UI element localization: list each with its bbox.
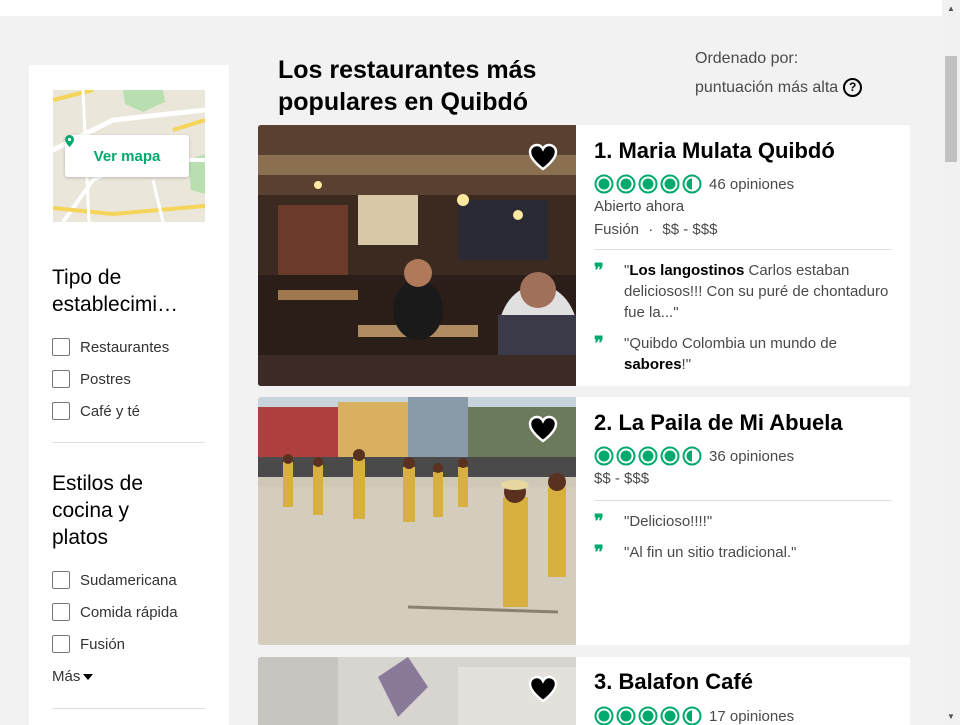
- restaurant-photo[interactable]: [258, 657, 576, 725]
- filter-group-title-cuisine: Estilos de cocina y platos: [52, 472, 144, 549]
- view-map-label: Ver mapa: [93, 147, 161, 165]
- vertical-scrollbar[interactable]: ▲ ▼: [942, 0, 960, 725]
- more-label: Más: [52, 668, 81, 685]
- filter-divider: [52, 442, 205, 443]
- rating-bubble: [682, 706, 702, 725]
- quote-icon: ❞: [594, 333, 604, 353]
- sort-value: puntuación más alta: [695, 78, 839, 96]
- cuisine-price: Fusión · $$ - $$$: [594, 221, 717, 238]
- rating-bubble: [594, 706, 614, 725]
- filter-divider: [52, 708, 205, 709]
- top-bar: [0, 0, 942, 16]
- more-cuisines-link[interactable]: Más: [52, 668, 94, 685]
- rating-bubbles-icon: [594, 174, 702, 194]
- rating-bubble: [660, 174, 680, 194]
- review-snippet[interactable]: ❞ "Los langostinos Carlos estaban delici…: [594, 260, 892, 323]
- rating-bubble: [594, 446, 614, 466]
- restaurant-name[interactable]: 1. Maria Mulata Quibdó: [594, 138, 835, 164]
- page-title: Los restaurantes más populares en Quibdó: [278, 56, 537, 116]
- filter-option-desserts[interactable]: Postres: [52, 370, 131, 388]
- checkbox[interactable]: [52, 402, 70, 420]
- restaurant-name[interactable]: 3. Balafon Café: [594, 669, 753, 695]
- save-heart-icon[interactable]: [528, 415, 558, 443]
- quote-icon: ❞: [594, 260, 604, 280]
- review-text: "Los langostinos Carlos estaban delicios…: [624, 262, 889, 321]
- rating-bubble: [682, 174, 702, 194]
- restaurant-photo[interactable]: [258, 125, 576, 386]
- cuisine: Fusión: [594, 221, 640, 238]
- checkbox[interactable]: [52, 370, 70, 388]
- scroll-down-arrow-icon[interactable]: ▼: [942, 708, 960, 725]
- restaurant-card[interactable]: 2. La Paila de Mi Abuela 36 opiniones $$…: [258, 397, 910, 645]
- sort-dropdown[interactable]: puntuación más alta ?: [695, 78, 863, 97]
- rating-bubble: [682, 446, 702, 466]
- review-text: "Quibdo Colombia un mundo de sabores!": [624, 335, 837, 373]
- save-heart-icon[interactable]: [528, 675, 558, 703]
- review-snippet[interactable]: ❞ "Quibdo Colombia un mundo de sabores!": [594, 333, 892, 375]
- checkbox[interactable]: [52, 603, 70, 621]
- view-map-button[interactable]: Ver mapa: [65, 135, 189, 177]
- filter-option-restaurants[interactable]: Restaurantes: [52, 338, 169, 356]
- review-count: 36 opiniones: [709, 447, 795, 465]
- map-pin-icon: [65, 135, 74, 147]
- restaurant-photo[interactable]: [258, 397, 576, 645]
- filter-option-label: Fusión: [80, 635, 126, 653]
- restaurant-card[interactable]: 1. Maria Mulata Quibdó 46 opiniones Abie…: [258, 125, 910, 386]
- filter-option-label: Café y té: [80, 402, 141, 420]
- filter-option-south-american[interactable]: Sudamericana: [52, 571, 177, 589]
- filter-option-label: Sudamericana: [80, 571, 177, 589]
- filter-option-coffee-tea[interactable]: Café y té: [52, 402, 140, 420]
- rating-bubble: [660, 446, 680, 466]
- restaurant-card[interactable]: 3. Balafon Café 17 opiniones: [258, 657, 910, 725]
- review-count: 17 opiniones: [709, 707, 795, 725]
- filter-group-title-establishment: Tipo de establecimi…: [52, 266, 179, 316]
- caret-down-icon: [83, 673, 94, 680]
- quote-icon: ❞: [594, 511, 604, 531]
- rating-bubble: [660, 706, 680, 725]
- checkbox[interactable]: [52, 338, 70, 356]
- open-status: Abierto ahora: [594, 198, 685, 215]
- rating-row[interactable]: 46 opiniones: [594, 174, 794, 194]
- separator-dot: ·: [648, 221, 654, 238]
- scroll-up-arrow-icon[interactable]: ▲: [942, 0, 960, 17]
- checkbox[interactable]: [52, 635, 70, 653]
- review-count: 46 opiniones: [709, 175, 795, 193]
- review-text: "Al fin un sitio tradicional.": [624, 544, 797, 561]
- save-heart-icon[interactable]: [528, 143, 558, 171]
- rating-bubble: [594, 174, 614, 194]
- rating-row[interactable]: 17 opiniones: [594, 706, 794, 725]
- filters-sidebar: Ver mapa Tipo de establecimi… Restaurant…: [29, 65, 229, 725]
- card-divider: [594, 249, 892, 250]
- help-icon[interactable]: ?: [843, 78, 863, 97]
- review-snippet[interactable]: ❞ "Al fin un sitio tradicional.": [594, 542, 892, 563]
- filter-option-label: Comida rápida: [80, 603, 178, 621]
- card-divider: [594, 500, 892, 501]
- checkbox[interactable]: [52, 571, 70, 589]
- rating-bubble: [638, 706, 658, 725]
- quote-icon: ❞: [594, 542, 604, 562]
- rating-bubble: [638, 446, 658, 466]
- review-snippet[interactable]: ❞ "Delicioso!!!!": [594, 511, 892, 532]
- rating-bubbles-icon: [594, 446, 702, 466]
- rating-bubble: [616, 706, 636, 725]
- rating-bubbles-icon: [594, 706, 702, 725]
- sort-label: Ordenado por:: [695, 50, 799, 67]
- map-thumbnail[interactable]: Ver mapa: [53, 90, 205, 222]
- price-range: $$ - $$$: [594, 470, 650, 487]
- filter-option-fast-food[interactable]: Comida rápida: [52, 603, 178, 621]
- filter-option-fusion[interactable]: Fusión: [52, 635, 125, 653]
- rating-row[interactable]: 36 opiniones: [594, 446, 794, 466]
- rating-bubble: [638, 174, 658, 194]
- rating-bubble: [616, 446, 636, 466]
- review-text: "Delicioso!!!!": [624, 513, 713, 530]
- filter-option-label: Postres: [80, 370, 131, 388]
- restaurant-name[interactable]: 2. La Paila de Mi Abuela: [594, 410, 843, 436]
- rating-bubble: [616, 174, 636, 194]
- filter-option-label: Restaurantes: [80, 338, 170, 356]
- scrollbar-thumb[interactable]: [945, 56, 957, 162]
- price-range: $$ - $$$: [662, 221, 718, 238]
